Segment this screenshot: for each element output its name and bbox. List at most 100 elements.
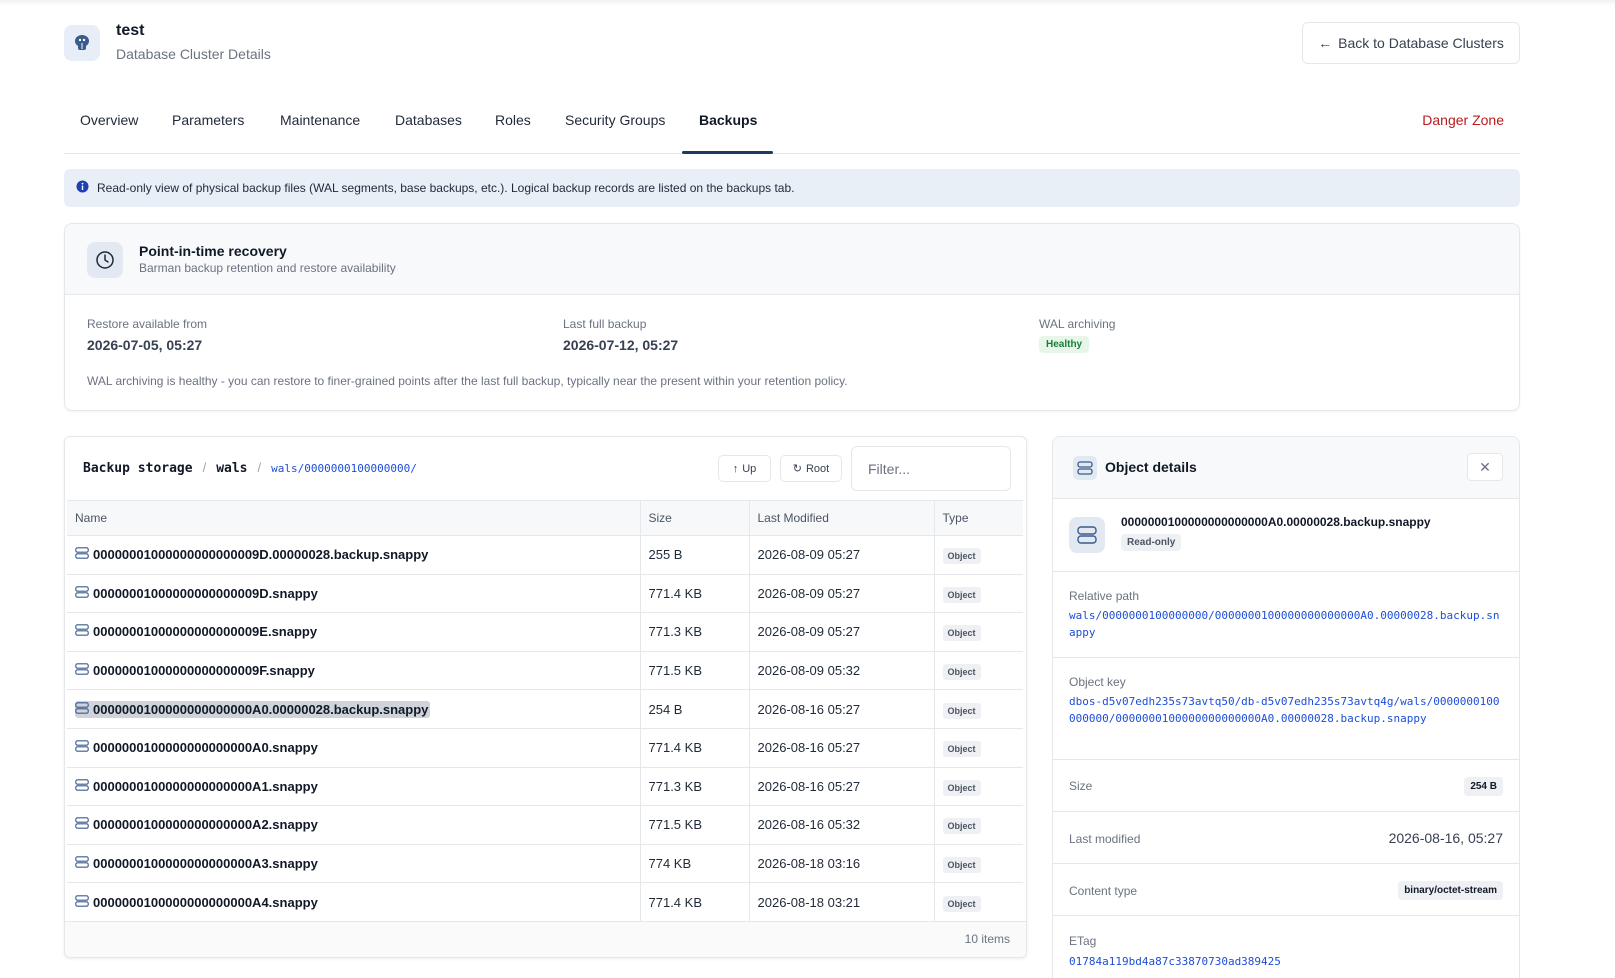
relative-path-value: wals/0000000100000000/000000010000000000… bbox=[1069, 609, 1500, 639]
pitr-card-header: Point-in-time recovery Barman backup ret… bbox=[65, 224, 1519, 295]
file-name-text: 0000000100000000000000A0.00000028.backup… bbox=[93, 701, 429, 717]
tab-roles[interactable]: Roles bbox=[495, 112, 531, 128]
file-name-cell[interactable]: 0000000100000000000000A0.00000028.backup… bbox=[67, 689, 641, 729]
page-subtitle: Database Cluster Details bbox=[116, 46, 271, 62]
table-row[interactable]: 0000000100000000000000A3.snappy 774 KB 202… bbox=[67, 844, 1023, 884]
root-button[interactable]: ↻ Root bbox=[780, 455, 842, 482]
info-banner-text: Read-only view of physical backup files … bbox=[97, 181, 795, 195]
pitr-card: Point-in-time recovery Barman backup ret… bbox=[64, 223, 1520, 411]
file-size: 774 KB bbox=[640, 844, 750, 884]
object-details-panel: Object details ✕ 0000000100000000000000A… bbox=[1052, 436, 1520, 978]
file-size: 771.5 KB bbox=[640, 805, 750, 845]
back-to-clusters-button[interactable]: ← Back to Database Clusters bbox=[1302, 22, 1520, 64]
up-button[interactable]: ↑ Up bbox=[718, 455, 771, 482]
column-header-size[interactable]: Size bbox=[640, 500, 750, 536]
file-name-cell[interactable]: 00000001000000000000009D.snappy bbox=[67, 574, 641, 614]
breadcrumb-root[interactable]: Backup storage bbox=[83, 461, 193, 476]
storage-object-icon bbox=[75, 779, 89, 794]
table-row[interactable]: 0000000100000000000000A1.snappy 771.3 KB 2… bbox=[67, 767, 1023, 807]
file-size: 771.5 KB bbox=[640, 651, 750, 691]
table-row[interactable]: 00000001000000000000009F.snappy 771.5 KB 2… bbox=[67, 651, 1023, 691]
file-name[interactable]: 0000000100000000000000A4.snappy bbox=[75, 894, 318, 911]
file-name-cell[interactable]: 0000000100000000000000A2.snappy bbox=[67, 805, 641, 845]
last-modified-label: Last modified bbox=[1069, 832, 1141, 846]
file-name-cell[interactable]: 0000000100000000000000A1.snappy bbox=[67, 767, 641, 807]
column-header-type[interactable]: Type bbox=[934, 500, 1023, 536]
tab-maintenance[interactable]: Maintenance bbox=[280, 112, 360, 128]
table-row[interactable]: 0000000100000000000000A0.snappy 771.4 KB 2… bbox=[67, 728, 1023, 768]
file-name-cell[interactable]: 00000001000000000000009E.snappy bbox=[67, 612, 641, 652]
file-name[interactable]: 00000001000000000000009D.00000028.backup… bbox=[75, 546, 428, 563]
column-header-name[interactable]: Name bbox=[67, 500, 641, 536]
file-name[interactable]: 00000001000000000000009D.snappy bbox=[75, 585, 318, 602]
file-name[interactable]: 0000000100000000000000A0.00000028.backup… bbox=[75, 700, 431, 718]
arrow-up-icon: ↑ bbox=[732, 462, 739, 475]
storage-object-icon bbox=[75, 740, 89, 755]
divider bbox=[1053, 915, 1519, 916]
file-last-modified: 2026-08-09 05:27 bbox=[749, 612, 935, 652]
file-name-cell[interactable]: 0000000100000000000000A4.snappy bbox=[67, 882, 641, 922]
content-type-label: Content type bbox=[1069, 884, 1138, 898]
file-type-badge: Object bbox=[942, 779, 981, 796]
divider bbox=[1053, 657, 1519, 658]
file-size: 771.3 KB bbox=[640, 612, 750, 652]
file-type-cell: Object bbox=[934, 728, 1023, 768]
file-name[interactable]: 00000001000000000000009E.snappy bbox=[75, 623, 317, 640]
last-full-backup-label: Last full backup bbox=[563, 317, 647, 331]
file-name-cell[interactable]: 0000000100000000000000A3.snappy bbox=[67, 844, 641, 884]
breadcrumb: Backup storage / wals / wals/00000001000… bbox=[83, 460, 417, 476]
top-shadow bbox=[0, 0, 1615, 6]
filter-input[interactable] bbox=[851, 446, 1011, 491]
file-name-text: 0000000100000000000000A4.snappy bbox=[93, 894, 318, 910]
file-type-cell: Object bbox=[934, 574, 1023, 614]
tab-databases[interactable]: Databases bbox=[395, 112, 462, 128]
tab-danger-zone[interactable]: Danger Zone bbox=[1422, 112, 1504, 128]
file-name[interactable]: 0000000100000000000000A0.snappy bbox=[75, 739, 318, 756]
column-header-last-modified[interactable]: Last Modified bbox=[749, 500, 935, 536]
object-details-header: Object details ✕ bbox=[1053, 437, 1519, 499]
storage-object-icon bbox=[75, 701, 89, 717]
tab-parameters[interactable]: Parameters bbox=[172, 112, 244, 128]
pitr-subtitle: Barman backup retention and restore avai… bbox=[139, 261, 396, 275]
file-size: 771.3 KB bbox=[640, 767, 750, 807]
backup-files-table: Name Size Last Modified Type 00000001000… bbox=[67, 500, 1023, 922]
root-button-label: Root bbox=[805, 462, 830, 475]
file-name-text: 00000001000000000000009F.snappy bbox=[93, 663, 315, 679]
table-row[interactable]: 00000001000000000000009D.snappy 771.4 KB 2… bbox=[67, 574, 1023, 614]
breadcrumb-wals[interactable]: wals bbox=[216, 461, 247, 476]
close-details-button[interactable]: ✕ bbox=[1467, 453, 1503, 481]
tab-backups[interactable]: Backups bbox=[699, 112, 757, 128]
file-name-cell[interactable]: 0000000100000000000000A0.snappy bbox=[67, 728, 641, 768]
file-size: 255 B bbox=[640, 535, 750, 575]
table-row[interactable]: 00000001000000000000009D.00000028.backup… bbox=[67, 535, 1023, 575]
table-row[interactable]: 0000000100000000000000A4.snappy 771.4 KB 2… bbox=[67, 882, 1023, 922]
file-name[interactable]: 0000000100000000000000A2.snappy bbox=[75, 816, 318, 833]
storage-object-icon bbox=[75, 663, 89, 678]
table-footer bbox=[65, 921, 1026, 957]
divider bbox=[1053, 863, 1519, 864]
tab-overview[interactable]: Overview bbox=[80, 112, 138, 128]
storage-object-icon bbox=[75, 547, 89, 562]
file-type-cell: Object bbox=[934, 767, 1023, 807]
file-type-badge: Object bbox=[942, 857, 981, 874]
tab-security-groups[interactable]: Security Groups bbox=[565, 112, 665, 128]
file-type-badge: Object bbox=[942, 818, 981, 835]
up-button-label: Up bbox=[742, 462, 757, 475]
file-name-cell[interactable]: 00000001000000000000009F.snappy bbox=[67, 651, 641, 691]
file-type-cell: Object bbox=[934, 882, 1023, 922]
last-full-backup-value: 2026-07-12, 05:27 bbox=[563, 337, 679, 353]
file-name-text: 0000000100000000000000A0.snappy bbox=[93, 740, 318, 756]
restore-from-value: 2026-07-05, 05:27 bbox=[87, 337, 203, 353]
divider bbox=[1053, 571, 1519, 572]
file-last-modified: 2026-08-09 05:32 bbox=[749, 651, 935, 691]
table-row[interactable]: 0000000100000000000000A2.snappy 771.5 KB 2… bbox=[67, 805, 1023, 845]
file-name-text: 00000001000000000000009D.00000028.backup… bbox=[93, 547, 429, 563]
file-name[interactable]: 0000000100000000000000A3.snappy bbox=[75, 855, 318, 872]
file-name-cell[interactable]: 00000001000000000000009D.00000028.backup… bbox=[67, 535, 641, 575]
relative-path-label: Relative path bbox=[1069, 589, 1140, 603]
file-name[interactable]: 0000000100000000000000A1.snappy bbox=[75, 778, 318, 795]
table-row[interactable]: 0000000100000000000000A0.00000028.backup… bbox=[67, 689, 1023, 729]
table-row[interactable]: 00000001000000000000009E.snappy 771.3 KB 2… bbox=[67, 612, 1023, 652]
file-size: 771.4 KB bbox=[640, 728, 750, 768]
file-name[interactable]: 00000001000000000000009F.snappy bbox=[75, 662, 315, 679]
